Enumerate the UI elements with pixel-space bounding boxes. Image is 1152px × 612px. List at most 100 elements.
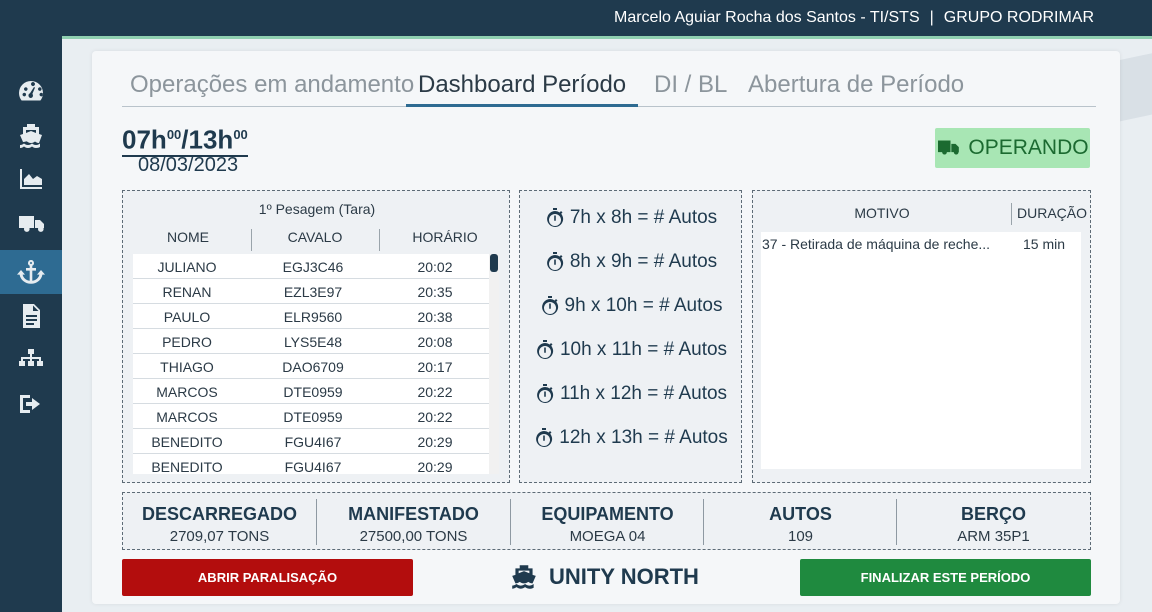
table-row[interactable]: MARCOS DTE0959 20:22	[133, 404, 489, 429]
cell-cavalo: FGU4I67	[284, 434, 342, 450]
cell-nome: BENEDITO	[151, 434, 223, 450]
stat-value: MOEGA 04	[569, 528, 646, 545]
cell-cavalo: DTE0959	[283, 384, 343, 400]
stoppages-list[interactable]: 37 - Retirada de máquina de reche... 15 …	[761, 232, 1081, 469]
stat-equipamento: EQUIPAMENTO MOEGA 04	[511, 493, 704, 549]
cell-horario: 20:38	[417, 309, 453, 325]
tab-di-bl[interactable]: DI / BL	[654, 70, 727, 107]
scrollbar-thumb[interactable]	[490, 254, 498, 272]
top-bar: Marcelo Aguiar Rocha dos Santos - TI/STS…	[0, 0, 1152, 36]
truck-icon	[938, 140, 960, 155]
autos-hour-item: 12h x 13h = # Autos	[520, 423, 743, 453]
header-separator: |	[929, 9, 934, 26]
table-row[interactable]: BENEDITO FGU4I67 20:29	[133, 454, 489, 474]
open-stoppage-button[interactable]: ABRIR PARALISAÇÃO	[122, 559, 413, 596]
stat-value: 27500,00 TONS	[359, 528, 468, 545]
autos-hour-item: 9h x 10h = # Autos	[520, 291, 743, 321]
stat-value: 109	[787, 528, 814, 545]
stat-label: MANIFESTADO	[348, 504, 479, 524]
ship-icon	[20, 124, 42, 148]
user-name: Marcelo Aguiar Rocha dos Santos - TI/STS	[613, 9, 920, 26]
stat-value: 2709,07 TONS	[169, 528, 270, 545]
cell-cavalo: ELR9560	[283, 309, 343, 325]
status-badge: OPERANDO	[935, 128, 1090, 168]
ship-name: UNITY NORTH	[509, 564, 699, 590]
sidebar-item-trucks[interactable]	[0, 201, 62, 245]
sidebar-item-dashboard[interactable]	[0, 69, 62, 113]
document-icon	[23, 304, 40, 328]
cell-horario: 20:29	[417, 459, 453, 474]
cell-nome: MARCOS	[156, 384, 218, 400]
autos-per-hour-panel: 7h x 8h = # Autos 8h x 9h = # Autos 9h x 1…	[519, 190, 742, 483]
user-info: Marcelo Aguiar Rocha dos Santos - TI/STS…	[614, 9, 1094, 27]
column-header-motivo: MOTIVO	[854, 205, 910, 221]
ship-name-label: UNITY NORTH	[549, 564, 699, 589]
weighing-list[interactable]: JULIANO EGJ3C46 20:02 RENAN EZL3E97 20:35 PAUL…	[133, 254, 499, 474]
cell-nome: PEDRO	[162, 334, 212, 350]
cell-cavalo: DAO6709	[282, 359, 344, 375]
column-divider	[1011, 203, 1012, 225]
sidebar-item-sitemap[interactable]	[0, 338, 62, 382]
cell-horario: 20:17	[417, 359, 453, 375]
accent-stripe	[62, 36, 1152, 39]
stats-bar: DESCARREGADO 2709,07 TONS MANIFESTADO 27…	[122, 492, 1091, 550]
sidebar-item-documents[interactable]	[0, 294, 62, 338]
stopwatch-icon	[536, 428, 553, 447]
cell-nome: BENEDITO	[151, 459, 223, 474]
sidebar-item-charts[interactable]	[0, 157, 62, 201]
table-row[interactable]: MARCOS DTE0959 20:22	[133, 379, 489, 404]
autos-hour-label: 12h x 13h = # Autos	[559, 427, 728, 448]
table-row[interactable]: BENEDITO FGU4I67 20:29	[133, 429, 489, 454]
autos-hour-item: 10h x 11h = # Autos	[520, 335, 743, 365]
table-row[interactable]: THIAGO DAO6709 20:17	[133, 354, 489, 379]
stat-label: DESCARREGADO	[141, 504, 297, 524]
stopwatch-icon	[541, 296, 558, 315]
period-start: 07h	[122, 124, 167, 155]
tab-abertura-periodo[interactable]: Abertura de Período	[748, 70, 964, 107]
table-row[interactable]: JULIANO EGJ3C46 20:02	[133, 254, 489, 279]
period-time-range: 07h00/13h00	[122, 120, 248, 157]
column-header-cavalo: CAVALO	[287, 229, 343, 245]
sidebar-item-logout[interactable]	[0, 382, 62, 426]
autos-hour-label: 8h x 9h = # Autos	[569, 251, 718, 272]
anchor-icon	[17, 260, 45, 284]
weighing-scrollbar[interactable]	[489, 254, 499, 474]
autos-hour-label: 7h x 8h = # Autos	[569, 207, 718, 228]
cell-horario: 20:29	[417, 434, 453, 450]
stat-autos: AUTOS 109	[704, 493, 897, 549]
company-name: GRUPO RODRIMAR	[943, 9, 1094, 26]
stat-manifestado: MANIFESTADO 27500,00 TONS	[317, 493, 510, 549]
sidebar-item-ships[interactable]	[0, 113, 62, 157]
status-label: OPERANDO	[968, 136, 1089, 159]
tab-dashboard-periodo[interactable]: Dashboard Período	[406, 70, 639, 107]
stat-label: BERÇO	[960, 504, 1026, 524]
stat-berco: BERÇO ARM 35P1	[897, 493, 1090, 549]
stat-value: ARM 35P1	[957, 528, 1030, 545]
cell-cavalo: EGJ3C46	[282, 259, 344, 275]
cell-nome: PAULO	[163, 309, 211, 325]
stopwatch-icon	[546, 208, 563, 227]
column-header-duracao: DURAÇÃO	[1017, 205, 1088, 221]
finish-period-button[interactable]: FINALIZAR ESTE PERÍODO	[800, 559, 1091, 596]
logout-icon	[20, 395, 40, 413]
cell-cavalo: LYS5E48	[283, 334, 343, 350]
dashboard-gauge-icon	[19, 81, 44, 101]
cell-nome: JULIANO	[157, 259, 217, 275]
table-row[interactable]: PEDRO LYS5E48 20:08	[133, 329, 489, 354]
period-date: 08/03/2023	[138, 154, 239, 176]
autos-hour-item: 8h x 9h = # Autos	[520, 247, 743, 277]
sidebar-item-anchor[interactable]	[0, 250, 62, 294]
stat-label: EQUIPAMENTO	[541, 504, 674, 524]
stat-label: AUTOS	[769, 504, 832, 524]
table-row[interactable]: RENAN EZL3E97 20:35	[133, 279, 489, 304]
tab-operacoes[interactable]: Operações em andamento	[130, 70, 414, 107]
cell-nome: RENAN	[162, 284, 212, 300]
cell-horario: 20:08	[417, 334, 453, 350]
column-divider	[379, 229, 380, 251]
autos-hour-label: 9h x 10h = # Autos	[564, 295, 723, 316]
stopwatch-icon	[537, 384, 554, 403]
period-start-sup: 00	[166, 127, 182, 142]
period-separator: /	[181, 124, 189, 155]
table-row[interactable]: PAULO ELR9560 20:38	[133, 304, 489, 329]
cell-nome: THIAGO	[160, 359, 214, 375]
